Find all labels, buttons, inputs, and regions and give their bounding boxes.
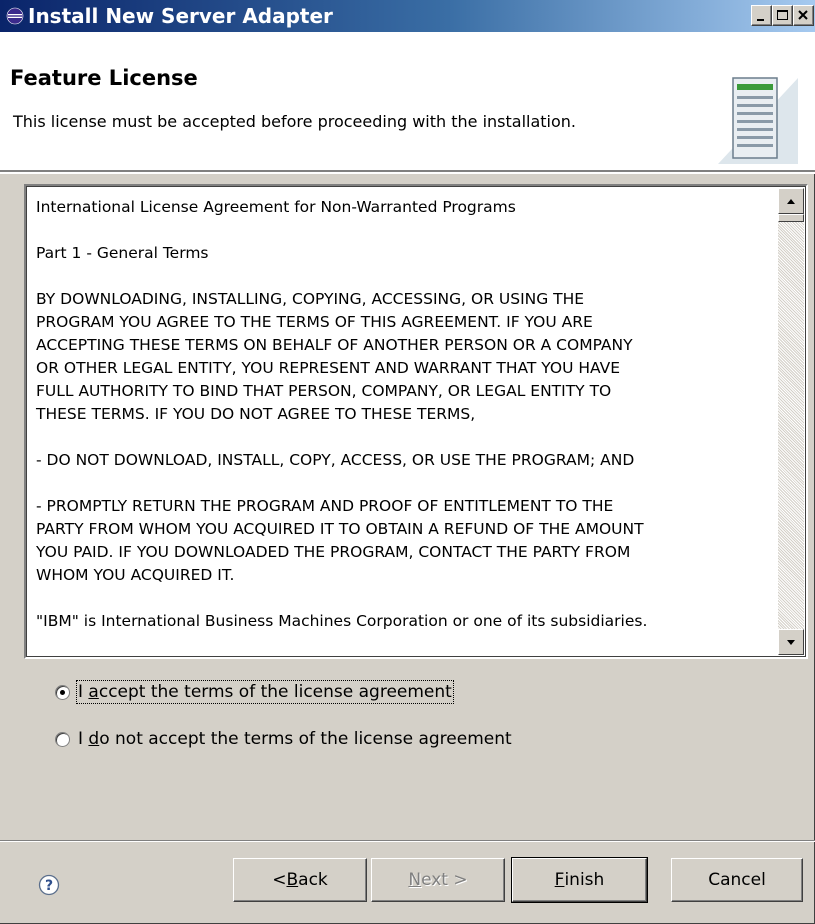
decline-radio[interactable] — [55, 731, 70, 747]
decline-license-option[interactable]: I do not accept the terms of the license… — [55, 727, 512, 751]
license-paragraph: - PROMPTLY RETURN THE PROGRAM AND PROOF … — [36, 497, 644, 584]
scroll-up-button[interactable] — [778, 188, 804, 214]
close-button[interactable] — [793, 5, 814, 26]
page-title: Feature License — [10, 66, 198, 90]
install-wizard-window: Install New Server Adapter Feature Licen… — [0, 0, 815, 924]
next-button[interactable]: Next > — [371, 858, 505, 902]
maximize-button[interactable] — [772, 5, 793, 26]
svg-text:?: ? — [45, 878, 53, 894]
button-bar-divider — [0, 840, 815, 842]
back-button[interactable]: < Back — [233, 858, 367, 902]
minimize-icon — [757, 19, 764, 21]
finish-button[interactable]: Finish — [511, 857, 648, 903]
eclipse-icon — [6, 7, 24, 25]
wizard-banner — [0, 32, 815, 171]
arrow-down-icon — [787, 640, 795, 645]
accept-license-option[interactable]: I accept the terms of the license agreem… — [55, 680, 454, 704]
license-paragraph: "IBM" is International Business Machines… — [36, 612, 648, 630]
arrow-up-icon — [787, 199, 795, 204]
close-icon — [798, 10, 808, 20]
accept-label[interactable]: I accept the terms of the license agreem… — [76, 680, 454, 704]
page-description: This license must be accepted before pro… — [13, 112, 577, 131]
minimize-button[interactable] — [751, 5, 772, 26]
window-title: Install New Server Adapter — [28, 4, 333, 28]
cancel-button[interactable]: Cancel — [671, 858, 803, 902]
license-paragraph: BY DOWNLOADING, INSTALLING, COPYING, ACC… — [36, 290, 633, 423]
license-paragraph: - DO NOT DOWNLOAD, INSTALL, COPY, ACCESS… — [36, 451, 635, 469]
maximize-icon — [777, 10, 788, 20]
license-text-area[interactable]: International License Agreement for Non-… — [24, 184, 808, 659]
decline-label[interactable]: I do not accept the terms of the license… — [78, 729, 512, 749]
server-icon — [718, 77, 798, 164]
help-icon[interactable]: ? — [38, 874, 60, 896]
vertical-scrollbar[interactable] — [778, 188, 804, 655]
title-bar[interactable]: Install New Server Adapter — [0, 0, 815, 32]
license-paragraph: Part 1 - General Terms — [36, 244, 209, 262]
license-paragraph: International License Agreement for Non-… — [36, 198, 516, 216]
scroll-down-button[interactable] — [778, 629, 804, 655]
scroll-thumb[interactable] — [778, 214, 804, 222]
license-text: International License Agreement for Non-… — [36, 196, 776, 656]
accept-radio[interactable] — [55, 684, 70, 700]
banner-divider — [0, 171, 815, 174]
